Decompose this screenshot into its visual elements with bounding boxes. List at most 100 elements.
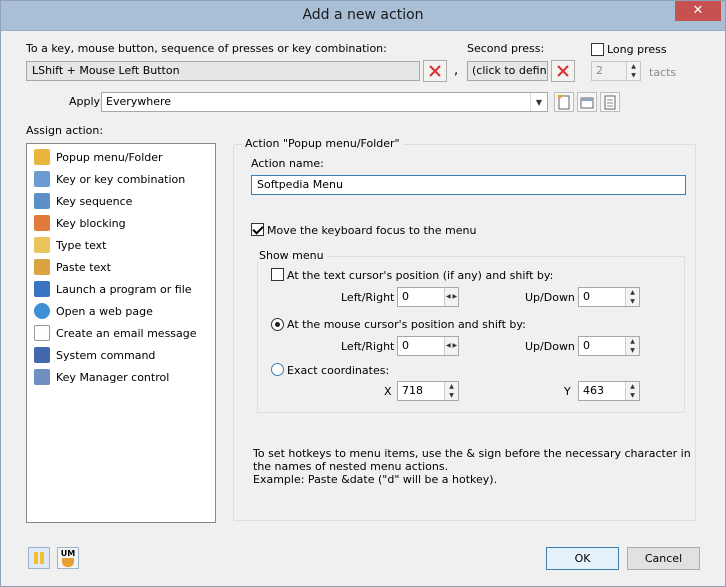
list-item-popup-menu[interactable]: Popup menu/Folder bbox=[29, 147, 163, 167]
long-press-checkbox[interactable] bbox=[591, 43, 604, 56]
text-cursor-checkbox[interactable] bbox=[271, 268, 284, 281]
list-item-key-sequence[interactable]: Key sequence bbox=[29, 191, 132, 211]
ok-button[interactable]: OK bbox=[546, 547, 619, 570]
exact-coordinates-radio[interactable] bbox=[271, 363, 284, 376]
action-name-input[interactable]: Softpedia Menu bbox=[251, 175, 686, 195]
assign-label: Assign action: bbox=[26, 124, 104, 137]
list-item-paste-text[interactable]: Paste text bbox=[29, 257, 111, 277]
web-page-icon bbox=[34, 303, 50, 319]
list-item-launch-program[interactable]: Launch a program or file bbox=[29, 279, 192, 299]
list-item-key-combination[interactable]: Key or key combination bbox=[29, 169, 185, 189]
list-item-web-page[interactable]: Open a web page bbox=[29, 301, 153, 321]
keyboard-focus-checkbox[interactable] bbox=[251, 223, 264, 236]
paste-text-icon bbox=[34, 259, 50, 275]
tacts-value: 2 bbox=[596, 64, 603, 77]
apply-value: Everywhere bbox=[106, 95, 172, 108]
long-press-label: Long press bbox=[607, 43, 667, 56]
list-item-label: Launch a program or file bbox=[56, 282, 192, 296]
text-up-down-spinner[interactable]: 0 ▲ ▼ bbox=[578, 287, 640, 307]
list-item-label: Key Manager control bbox=[56, 370, 170, 384]
keyboard-focus-label: Move the keyboard focus to the menu bbox=[267, 224, 477, 237]
hint-line-2: the names of nested menu actions. bbox=[253, 460, 449, 473]
second-press-label: Second press: bbox=[467, 42, 545, 55]
action-type-list[interactable]: Popup menu/Folder Key or key combination… bbox=[26, 143, 216, 523]
key-icon bbox=[34, 171, 50, 187]
mouse-up-down-label: Up/Down bbox=[525, 340, 575, 353]
x-coordinate-label: X bbox=[384, 385, 392, 398]
pause-icon bbox=[34, 552, 44, 564]
text-left-right-value: 0 bbox=[402, 290, 409, 303]
mouse-cursor-radio[interactable] bbox=[271, 318, 284, 331]
chevron-down-icon: ▼ bbox=[530, 93, 547, 111]
text-up-down-value: 0 bbox=[583, 290, 590, 303]
list-item-email[interactable]: Create an email message bbox=[29, 323, 197, 343]
left-right-spin-buttons[interactable]: ◀ ▶ bbox=[444, 288, 458, 306]
y-coordinate-value: 463 bbox=[583, 384, 604, 397]
tacts-spin-buttons[interactable]: ▲ ▼ bbox=[626, 62, 640, 80]
list-item-type-text[interactable]: Type text bbox=[29, 235, 106, 255]
cancel-button[interactable]: Cancel bbox=[627, 547, 700, 570]
list-item-label: Paste text bbox=[56, 260, 111, 274]
folder-icon bbox=[34, 149, 50, 165]
list-item-label: Key or key combination bbox=[56, 172, 186, 186]
mouse-left-right-label: Left/Right bbox=[341, 340, 395, 353]
list-item-label: Create an email message bbox=[56, 326, 197, 340]
clear-x-icon bbox=[557, 65, 569, 77]
mouse-cursor-label: At the mouse cursor's position and shift… bbox=[287, 318, 526, 331]
um-button[interactable]: UM bbox=[57, 547, 79, 569]
up-down-spin-buttons[interactable]: ▲ ▼ bbox=[444, 382, 458, 400]
left-right-spin-buttons[interactable]: ◀ ▶ bbox=[444, 337, 458, 355]
key-manager-icon bbox=[34, 369, 50, 385]
new-document-icon bbox=[557, 94, 570, 110]
list-item-label: Type text bbox=[56, 238, 107, 252]
show-menu-title: Show menu bbox=[256, 249, 327, 262]
clear-key-button[interactable] bbox=[423, 60, 447, 82]
key-label: To a key, mouse button, sequence of pres… bbox=[26, 42, 387, 55]
pause-button[interactable] bbox=[28, 547, 50, 569]
x-coordinate-spinner[interactable]: 718 ▲ ▼ bbox=[397, 381, 459, 401]
apply-dropdown[interactable]: Everywhere ▼ bbox=[101, 92, 548, 112]
key-field[interactable]: LShift + Mouse Left Button bbox=[26, 61, 420, 81]
document-list-icon bbox=[604, 95, 616, 110]
y-coordinate-spinner[interactable]: 463 ▲ ▼ bbox=[578, 381, 640, 401]
window-list-button[interactable] bbox=[600, 92, 620, 112]
exact-coordinates-label: Exact coordinates: bbox=[287, 364, 390, 377]
up-down-spin-buttons[interactable]: ▲ ▼ bbox=[625, 288, 639, 306]
close-button[interactable]: ✕ bbox=[675, 1, 721, 21]
list-item-key-blocking[interactable]: Key blocking bbox=[29, 213, 126, 233]
text-left-right-spinner[interactable]: 0 ◀ ▶ bbox=[397, 287, 459, 307]
list-item-system-command[interactable]: System command bbox=[29, 345, 155, 365]
clear-x-icon bbox=[429, 65, 441, 77]
email-icon bbox=[34, 325, 50, 341]
tacts-spinner[interactable]: 2 ▲ ▼ bbox=[591, 61, 641, 81]
text-cursor-label: At the text cursor's position (if any) a… bbox=[287, 269, 554, 282]
list-item-label: Popup menu/Folder bbox=[56, 150, 163, 164]
list-item-label: Key sequence bbox=[56, 194, 133, 208]
list-item-key-manager[interactable]: Key Manager control bbox=[29, 367, 169, 387]
up-down-spin-buttons[interactable]: ▲ ▼ bbox=[625, 337, 639, 355]
tacts-label: tacts bbox=[649, 66, 677, 79]
title-bar[interactable]: Add a new action ✕ bbox=[1, 1, 725, 31]
hint-line-3: Example: Paste &date ("d" will be a hotk… bbox=[253, 473, 498, 486]
window-edit-icon bbox=[580, 97, 594, 109]
apply-label: Apply bbox=[69, 95, 101, 108]
mouse-up-down-spinner[interactable]: 0 ▲ ▼ bbox=[578, 336, 640, 356]
hint-line-1: To set hotkeys to menu items, use the & … bbox=[253, 447, 691, 460]
action-name-label: Action name: bbox=[251, 157, 324, 170]
key-sequence-icon bbox=[34, 193, 50, 209]
mouse-left-right-spinner[interactable]: 0 ◀ ▶ bbox=[397, 336, 459, 356]
text-up-down-label: Up/Down bbox=[525, 291, 575, 304]
up-down-spin-buttons[interactable]: ▲ ▼ bbox=[625, 382, 639, 400]
action-group-title: Action "Popup menu/Folder" bbox=[242, 137, 403, 150]
type-text-icon bbox=[34, 237, 50, 253]
x-coordinate-value: 718 bbox=[402, 384, 423, 397]
list-item-label: System command bbox=[56, 348, 156, 362]
second-press-field[interactable]: (click to define) bbox=[467, 61, 548, 81]
edit-window-button[interactable] bbox=[577, 92, 597, 112]
key-blocking-icon bbox=[34, 215, 50, 231]
list-item-label: Open a web page bbox=[56, 304, 153, 318]
um-shield-icon bbox=[62, 557, 74, 567]
clear-second-press-button[interactable] bbox=[551, 60, 575, 82]
new-window-button[interactable] bbox=[554, 92, 574, 112]
window-title: Add a new action bbox=[302, 7, 424, 23]
